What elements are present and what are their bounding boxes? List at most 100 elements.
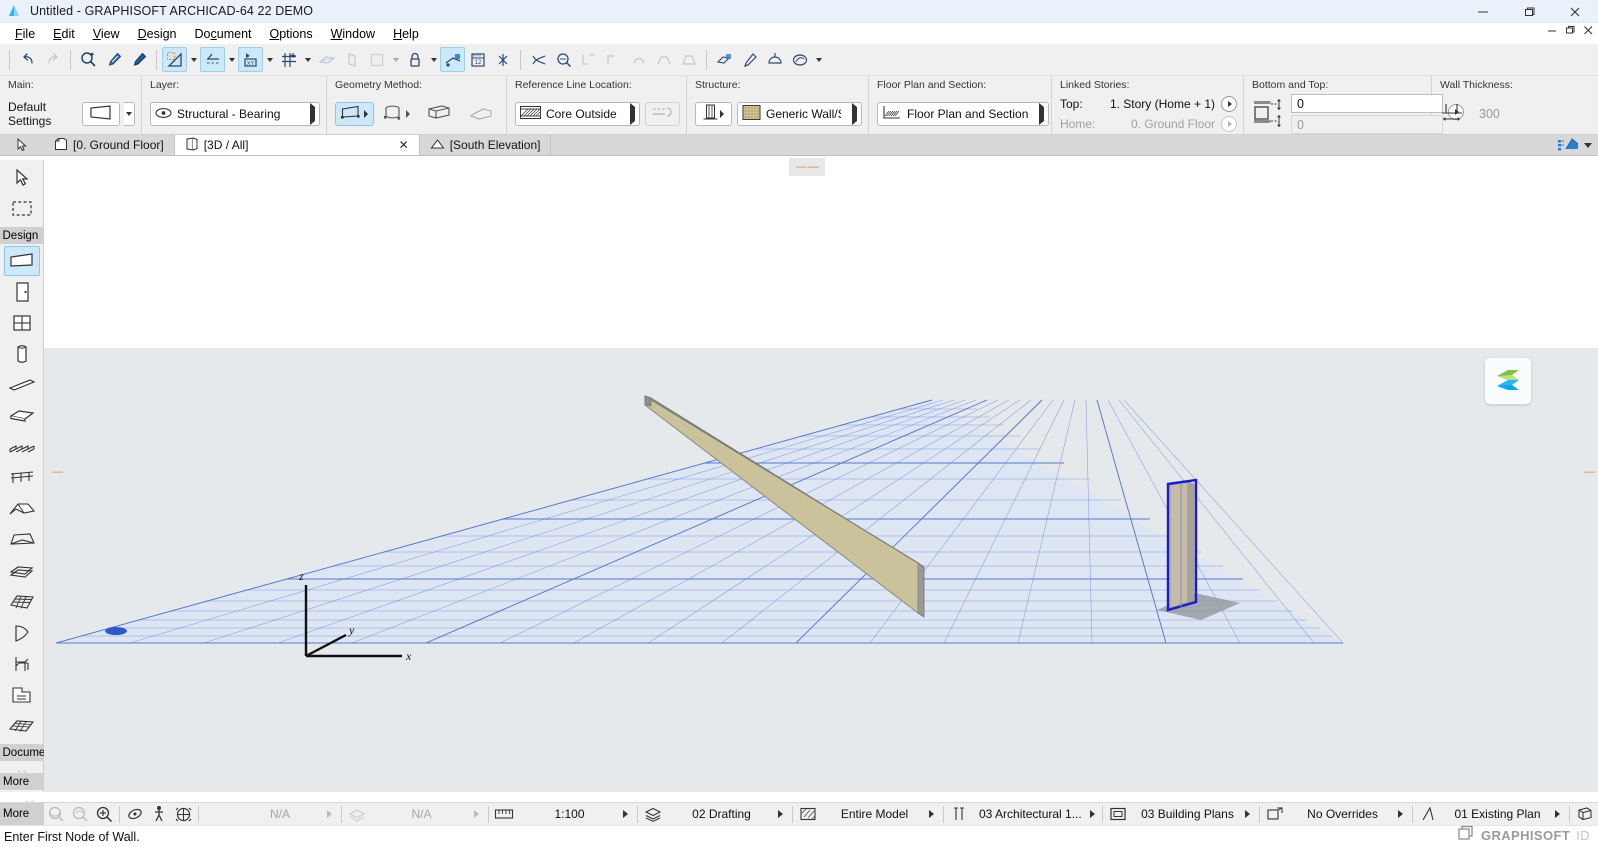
floorplan-dropdown-caret[interactable] <box>1033 103 1044 125</box>
tool-door[interactable] <box>4 277 40 307</box>
explore-3d-icon[interactable] <box>171 803 195 826</box>
paint-edit-icon[interactable] <box>737 47 762 72</box>
tool-morph[interactable] <box>4 556 40 586</box>
surface-paint-icon[interactable] <box>762 47 787 72</box>
top-offset-field[interactable]: 0 <box>1291 94 1443 113</box>
3d-viewport[interactable]: z y x — — <box>44 348 1598 792</box>
magic-wand-icon[interactable] <box>551 47 576 72</box>
floorplan-section-selector[interactable]: Floor Plan and Section... <box>877 102 1049 126</box>
structure-dropdown-caret[interactable] <box>846 103 857 125</box>
snap-guide-dropdown[interactable] <box>187 47 200 72</box>
tool-marquee[interactable] <box>4 194 40 224</box>
page-icon[interactable] <box>364 47 389 72</box>
tool-object[interactable] <box>4 649 40 679</box>
tab-3d-all[interactable]: [3D / All] ✕ <box>174 135 420 155</box>
maximize-button[interactable] <box>1506 0 1552 23</box>
wall-tool-dropdown[interactable] <box>124 102 136 126</box>
structure-material-selector[interactable]: Generic Wall/S... <box>737 102 862 126</box>
magnet-icon[interactable] <box>339 47 364 72</box>
graphisoft-id-area[interactable]: GRAPHISOFT ID <box>1457 825 1590 845</box>
linked-story-top-stepper[interactable] <box>1221 96 1237 112</box>
tool-shell[interactable] <box>4 525 40 555</box>
layer-dropdown-caret[interactable] <box>304 103 315 125</box>
coordinate-xy-icon[interactable]: XY <box>238 47 263 72</box>
tool-window[interactable] <box>4 308 40 338</box>
solid-operations-icon[interactable] <box>712 47 737 72</box>
reference-line-dropdown-caret[interactable] <box>624 103 635 125</box>
coordinate-xy-dropdown[interactable] <box>263 47 276 72</box>
adjust-icon[interactable] <box>576 47 601 72</box>
statusbar-more-button[interactable]: More <box>0 802 44 826</box>
redo-icon[interactable] <box>40 47 65 72</box>
relative-construction-dropdown[interactable] <box>225 47 238 72</box>
grid-snap-icon[interactable] <box>276 47 301 72</box>
3d-scene[interactable]: z y x <box>44 348 1598 792</box>
flip-reference-button[interactable] <box>644 102 680 126</box>
menu-design[interactable]: Design <box>129 25 186 43</box>
zoom-in-icon[interactable] <box>92 803 116 826</box>
lock-dropdown[interactable] <box>427 47 440 72</box>
statusbar-layer-combo-cell[interactable]: N/A <box>345 803 485 826</box>
trim-icon[interactable] <box>526 47 551 72</box>
tab-navigator-icon[interactable] <box>1557 136 1581 155</box>
tool-roof[interactable] <box>4 494 40 524</box>
fillet-icon[interactable] <box>651 47 676 72</box>
menu-document[interactable]: Document <box>186 25 261 43</box>
tab-ground-floor[interactable]: [0. Ground Floor] <box>44 135 175 155</box>
statusbar-overrides-cell[interactable]: No Overrides <box>1263 803 1409 826</box>
toolbox-category-document[interactable]: Docume <box>0 744 44 761</box>
wall-thickness-field[interactable]: 300 <box>1474 103 1592 125</box>
split-icon[interactable] <box>601 47 626 72</box>
measure-tool-icon[interactable] <box>440 47 465 72</box>
ruler-icon[interactable]: 12 <box>465 47 490 72</box>
geometry-trapezoid-wall-button[interactable] <box>462 102 501 126</box>
zoom-out-icon[interactable] <box>44 803 68 826</box>
offset-icon[interactable] <box>676 47 701 72</box>
toolbox-category-design[interactable]: Design <box>0 227 44 244</box>
structure-type-button[interactable] <box>695 102 732 126</box>
tool-mesh[interactable] <box>4 587 40 617</box>
bottom-offset-field[interactable]: 0 <box>1291 115 1443 134</box>
eyedropper-pickup-icon[interactable] <box>101 47 126 72</box>
doc-minimize-button[interactable] <box>1547 25 1558 39</box>
doc-close-button[interactable] <box>1583 25 1594 39</box>
reference-line-selector[interactable]: Core Outside <box>515 102 640 126</box>
snap-plane-icon[interactable] <box>314 47 339 72</box>
tab-3d-all-close[interactable]: ✕ <box>399 139 409 151</box>
tool-slab[interactable] <box>4 401 40 431</box>
graphisoft-s-logo[interactable] <box>1485 358 1531 404</box>
statusbar-3d-style-cell[interactable]: Simple Shading <box>1573 803 1598 826</box>
geometry-curved-wall-button[interactable] <box>377 102 417 126</box>
tab-navigator-dropdown[interactable] <box>1584 142 1592 148</box>
tool-wall[interactable] <box>3 246 40 276</box>
intersect-icon[interactable] <box>626 47 651 72</box>
menu-help[interactable]: Help <box>384 25 428 43</box>
tool-skylight[interactable] <box>4 711 40 741</box>
render-settings-dropdown[interactable] <box>812 47 825 72</box>
tool-railing[interactable] <box>4 463 40 493</box>
statusbar-renovation-cell[interactable]: 01 Existing Plan <box>1416 803 1566 826</box>
tool-curtain-wall[interactable] <box>4 618 40 648</box>
syringe-inject-icon[interactable] <box>126 47 151 72</box>
dimension-icon[interactable] <box>490 47 515 72</box>
walkthrough-icon[interactable] <box>147 803 171 826</box>
tool-arrow-select[interactable] <box>4 163 40 193</box>
toolbox-more-button[interactable]: More <box>0 773 44 790</box>
menu-options[interactable]: Options <box>261 25 322 43</box>
layer-selector[interactable]: Structural - Bearing <box>150 102 320 126</box>
wall-tool-button[interactable] <box>82 102 121 126</box>
menu-file[interactable]: File <box>6 25 44 43</box>
tool-column[interactable] <box>4 339 40 369</box>
lock-icon[interactable] <box>402 47 427 72</box>
tool-zone[interactable] <box>4 680 40 710</box>
geometry-rectangular-wall-button[interactable] <box>420 102 459 126</box>
tool-stair[interactable] <box>4 432 40 462</box>
render-settings-icon[interactable] <box>787 47 812 72</box>
tool-beam[interactable] <box>4 370 40 400</box>
doc-restore-button[interactable] <box>1565 25 1576 39</box>
grid-snap-dropdown[interactable] <box>301 47 314 72</box>
statusbar-partial-structure-cell[interactable]: Entire Model <box>796 803 940 826</box>
minimize-button[interactable] <box>1460 0 1506 23</box>
zoom-previous-icon[interactable] <box>68 803 92 826</box>
statusbar-scale-cell[interactable]: 1:100 <box>492 803 634 826</box>
